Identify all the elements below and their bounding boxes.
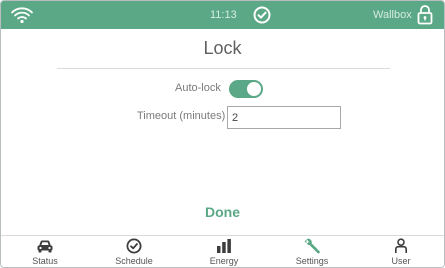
padlock-icon[interactable]: [417, 4, 433, 25]
nav-label-energy: Energy: [209, 256, 239, 266]
nav-item-status[interactable]: Status: [15, 236, 75, 267]
timeout-input[interactable]: [227, 106, 341, 129]
top-status-bar: 11:13 Wallbox: [1, 1, 444, 29]
autolock-toggle[interactable]: [229, 80, 263, 98]
wifi-icon: [11, 7, 33, 24]
autolock-label: Auto-lock: [175, 82, 221, 94]
nav-label-settings: Settings: [295, 256, 329, 266]
nav-item-energy[interactable]: Energy: [194, 236, 254, 267]
wrench-icon: [304, 238, 320, 254]
timeout-label: Timeout (minutes): [137, 110, 226, 122]
toggle-knob: [247, 82, 261, 96]
done-button[interactable]: Done: [1, 204, 444, 220]
check-circle-icon: [253, 6, 271, 24]
bottom-nav: Status Schedule Energy Settings User: [1, 235, 444, 267]
nav-label-status: Status: [32, 256, 58, 266]
nav-item-settings[interactable]: Settings: [282, 236, 342, 267]
nav-item-schedule[interactable]: Schedule: [104, 236, 164, 267]
title-divider: [57, 68, 390, 69]
bar-chart-icon: [217, 239, 231, 253]
user-icon: [395, 238, 407, 253]
device-name: Wallbox: [373, 9, 412, 21]
car-icon: [37, 240, 53, 253]
clock-icon: [126, 238, 142, 254]
clock-time: 11:13: [210, 9, 237, 21]
nav-label-schedule: Schedule: [115, 256, 153, 266]
page-title: Lock: [203, 38, 242, 58]
nav-item-user[interactable]: User: [371, 236, 431, 267]
nav-label-user: User: [391, 256, 411, 266]
app-window: 11:13 Wallbox Lock Auto-lock Timeout (mi…: [0, 0, 445, 268]
